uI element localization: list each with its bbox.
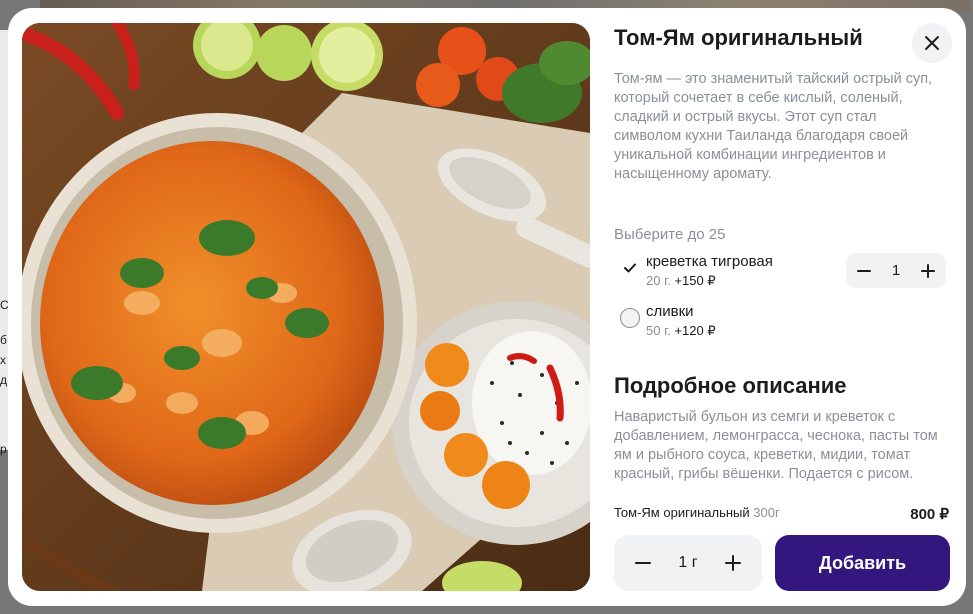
background-text: х	[0, 353, 6, 367]
option-name: сливки	[646, 303, 694, 320]
minus-icon	[635, 562, 651, 564]
options-limit-label: Выберите до 25	[614, 226, 726, 243]
background-text: р	[0, 442, 7, 456]
decrease-button[interactable]	[632, 552, 654, 574]
summary-name: Том-Ям оригинальный	[614, 505, 750, 520]
details-title: Подробное описание	[614, 373, 847, 398]
option-price: +150 ₽	[674, 273, 716, 288]
option-checkbox[interactable]	[620, 258, 640, 278]
summary-price: 800 ₽	[910, 506, 949, 523]
background-text: б	[0, 333, 7, 347]
option-meta: 50 г. +120 ₽	[646, 323, 716, 339]
product-title: Том-Ям оригинальный	[614, 25, 863, 50]
product-description: Том-ям — это знаменитый тайский острый с…	[614, 71, 933, 182]
option-checkbox[interactable]	[620, 308, 640, 328]
option-price: +120 ₽	[674, 323, 716, 338]
plus-icon	[921, 263, 935, 278]
details-text[interactable]: Наваристый бульон из семги и креветок с …	[614, 408, 944, 492]
add-to-cart-button[interactable]: Добавить	[775, 535, 950, 591]
option-quantity-value: 1	[891, 262, 901, 279]
minus-icon	[857, 269, 871, 272]
product-details-panel: Том-Ям оригинальный Том-ям — это знамени…	[614, 8, 954, 606]
close-button[interactable]	[912, 23, 952, 63]
quantity-value: 1 г	[678, 554, 698, 571]
option-name: креветка тигровая	[646, 253, 773, 270]
close-icon	[925, 36, 939, 50]
option-weight: 50 г.	[646, 323, 671, 338]
option-quantity-stepper: 1	[846, 253, 946, 288]
quantity-stepper: 1 г	[614, 535, 762, 591]
background-text: д	[0, 373, 8, 387]
increase-button[interactable]	[722, 552, 744, 574]
plus-icon	[725, 555, 741, 571]
tom-yam-soup-illustration	[22, 23, 590, 591]
product-modal: Том-Ям оригинальный Том-ям — это знамени…	[8, 8, 966, 606]
check-icon	[624, 263, 636, 273]
option-cream[interactable]: сливки 50 г. +120 ₽	[620, 303, 950, 343]
option-weight: 20 г.	[646, 273, 671, 288]
option-decrease-button[interactable]	[854, 261, 874, 281]
order-summary: Том-Ям оригинальный 300г 800 ₽	[614, 505, 954, 523]
option-tiger-prawn[interactable]: креветка тигровая 20 г. +150 ₽ 1	[620, 253, 950, 293]
option-increase-button[interactable]	[918, 261, 938, 281]
product-photo	[22, 23, 590, 591]
option-meta: 20 г. +150 ₽	[646, 273, 716, 289]
summary-weight: 300г	[753, 505, 780, 520]
